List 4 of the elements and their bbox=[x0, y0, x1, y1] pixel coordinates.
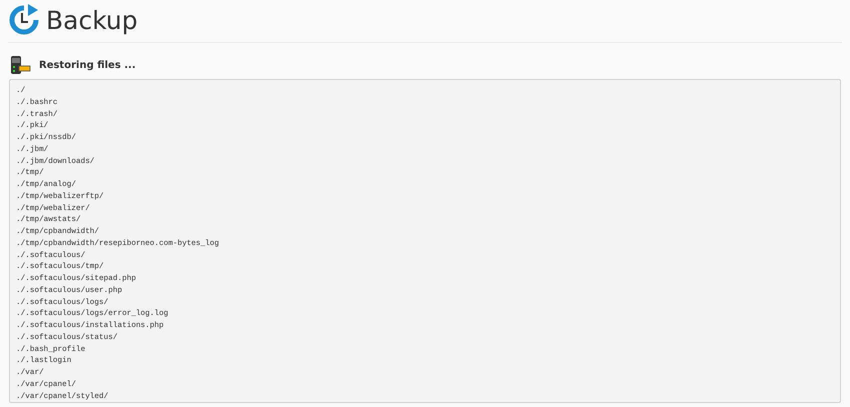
status-text: Restoring files ... bbox=[39, 60, 136, 70]
page-title: Backup bbox=[46, 6, 138, 34]
backup-clock-icon bbox=[8, 4, 40, 36]
hard-drive-icon bbox=[9, 54, 31, 76]
